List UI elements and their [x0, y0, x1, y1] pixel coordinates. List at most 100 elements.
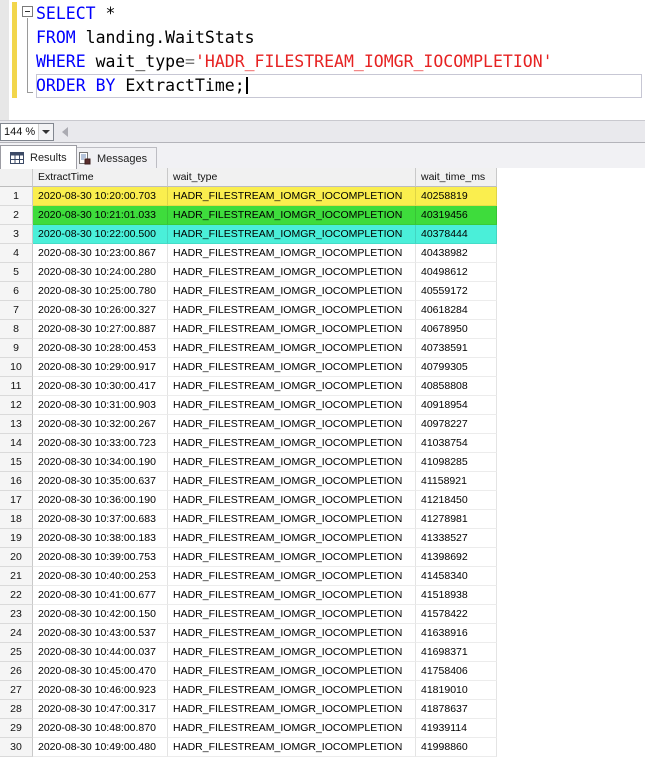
cell-wait-time-ms[interactable]: 40918954: [416, 396, 497, 415]
grid-corner-cell[interactable]: [0, 168, 33, 187]
cell-wait-time-ms[interactable]: 40738591: [416, 339, 497, 358]
row-number-cell[interactable]: 29: [0, 719, 33, 738]
editor-zoom-combobox[interactable]: 144 %: [0, 123, 54, 141]
cell-wait-type[interactable]: HADR_FILESTREAM_IOMGR_IOCOMPLETION: [168, 700, 416, 719]
cell-wait-time-ms[interactable]: 41038754: [416, 434, 497, 453]
cell-wait-time-ms[interactable]: 41939114: [416, 719, 497, 738]
cell-wait-time-ms[interactable]: 40378444: [416, 225, 497, 244]
cell-extract-time[interactable]: 2020-08-30 10:20:00.703: [33, 187, 168, 206]
cell-extract-time[interactable]: 2020-08-30 10:28:00.453: [33, 339, 168, 358]
cell-wait-time-ms[interactable]: 41218450: [416, 491, 497, 510]
code-line-3[interactable]: WHERE wait_type='HADR_FILESTREAM_IOMGR_I…: [36, 50, 642, 74]
cell-wait-type[interactable]: HADR_FILESTREAM_IOMGR_IOCOMPLETION: [168, 738, 416, 757]
cell-wait-time-ms[interactable]: 41518938: [416, 586, 497, 605]
row-number-cell[interactable]: 27: [0, 681, 33, 700]
row-number-cell[interactable]: 30: [0, 738, 33, 757]
cell-wait-time-ms[interactable]: 40799305: [416, 358, 497, 377]
cell-wait-time-ms[interactable]: 40498612: [416, 263, 497, 282]
cell-wait-type[interactable]: HADR_FILESTREAM_IOMGR_IOCOMPLETION: [168, 624, 416, 643]
row-number-cell[interactable]: 12: [0, 396, 33, 415]
cell-extract-time[interactable]: 2020-08-30 10:31:00.903: [33, 396, 168, 415]
cell-wait-time-ms[interactable]: 41158921: [416, 472, 497, 491]
cell-wait-time-ms[interactable]: 41338527: [416, 529, 497, 548]
row-number-cell[interactable]: 25: [0, 643, 33, 662]
cell-extract-time[interactable]: 2020-08-30 10:38:00.183: [33, 529, 168, 548]
cell-wait-type[interactable]: HADR_FILESTREAM_IOMGR_IOCOMPLETION: [168, 225, 416, 244]
cell-wait-time-ms[interactable]: 41878637: [416, 700, 497, 719]
cell-extract-time[interactable]: 2020-08-30 10:41:00.677: [33, 586, 168, 605]
cell-wait-time-ms[interactable]: 40978227: [416, 415, 497, 434]
row-number-cell[interactable]: 8: [0, 320, 33, 339]
cell-extract-time[interactable]: 2020-08-30 10:32:00.267: [33, 415, 168, 434]
cell-extract-time[interactable]: 2020-08-30 10:24:00.280: [33, 263, 168, 282]
cell-wait-type[interactable]: HADR_FILESTREAM_IOMGR_IOCOMPLETION: [168, 567, 416, 586]
cell-wait-type[interactable]: HADR_FILESTREAM_IOMGR_IOCOMPLETION: [168, 187, 416, 206]
code-line-2[interactable]: FROM landing.WaitStats: [36, 26, 642, 50]
cell-wait-time-ms[interactable]: 41398692: [416, 548, 497, 567]
cell-wait-type[interactable]: HADR_FILESTREAM_IOMGR_IOCOMPLETION: [168, 548, 416, 567]
cell-extract-time[interactable]: 2020-08-30 10:33:00.723: [33, 434, 168, 453]
row-number-cell[interactable]: 3: [0, 225, 33, 244]
cell-extract-time[interactable]: 2020-08-30 10:34:00.190: [33, 453, 168, 472]
row-number-cell[interactable]: 18: [0, 510, 33, 529]
cell-wait-type[interactable]: HADR_FILESTREAM_IOMGR_IOCOMPLETION: [168, 320, 416, 339]
cell-extract-time[interactable]: 2020-08-30 10:36:00.190: [33, 491, 168, 510]
cell-wait-type[interactable]: HADR_FILESTREAM_IOMGR_IOCOMPLETION: [168, 586, 416, 605]
cell-wait-type[interactable]: HADR_FILESTREAM_IOMGR_IOCOMPLETION: [168, 434, 416, 453]
cell-wait-type[interactable]: HADR_FILESTREAM_IOMGR_IOCOMPLETION: [168, 358, 416, 377]
cell-extract-time[interactable]: 2020-08-30 10:47:00.317: [33, 700, 168, 719]
cell-extract-time[interactable]: 2020-08-30 10:44:00.037: [33, 643, 168, 662]
cell-extract-time[interactable]: 2020-08-30 10:25:00.780: [33, 282, 168, 301]
cell-wait-time-ms[interactable]: 41098285: [416, 453, 497, 472]
cell-wait-type[interactable]: HADR_FILESTREAM_IOMGR_IOCOMPLETION: [168, 301, 416, 320]
cell-wait-time-ms[interactable]: 41578422: [416, 605, 497, 624]
cell-wait-time-ms[interactable]: 41998860: [416, 738, 497, 757]
code-line-4[interactable]: ORDER BY ExtractTime;: [36, 74, 642, 98]
row-number-cell[interactable]: 21: [0, 567, 33, 586]
cell-wait-type[interactable]: HADR_FILESTREAM_IOMGR_IOCOMPLETION: [168, 681, 416, 700]
code-line-1[interactable]: SELECT *: [36, 2, 642, 26]
cell-extract-time[interactable]: 2020-08-30 10:22:00.500: [33, 225, 168, 244]
row-number-cell[interactable]: 26: [0, 662, 33, 681]
cell-extract-time[interactable]: 2020-08-30 10:43:00.537: [33, 624, 168, 643]
cell-wait-type[interactable]: HADR_FILESTREAM_IOMGR_IOCOMPLETION: [168, 472, 416, 491]
cell-wait-type[interactable]: HADR_FILESTREAM_IOMGR_IOCOMPLETION: [168, 662, 416, 681]
cell-wait-type[interactable]: HADR_FILESTREAM_IOMGR_IOCOMPLETION: [168, 396, 416, 415]
cell-wait-type[interactable]: HADR_FILESTREAM_IOMGR_IOCOMPLETION: [168, 377, 416, 396]
row-number-cell[interactable]: 6: [0, 282, 33, 301]
cell-extract-time[interactable]: 2020-08-30 10:29:00.917: [33, 358, 168, 377]
row-number-cell[interactable]: 1: [0, 187, 33, 206]
cell-extract-time[interactable]: 2020-08-30 10:30:00.417: [33, 377, 168, 396]
cell-extract-time[interactable]: 2020-08-30 10:27:00.887: [33, 320, 168, 339]
sql-editor[interactable]: SELECT * FROM landing.WaitStats WHERE wait…: [0, 0, 645, 120]
cell-extract-time[interactable]: 2020-08-30 10:21:01.033: [33, 206, 168, 225]
row-number-cell[interactable]: 14: [0, 434, 33, 453]
cell-wait-time-ms[interactable]: 41638916: [416, 624, 497, 643]
zoom-dropdown-button[interactable]: [38, 124, 53, 140]
row-number-cell[interactable]: 20: [0, 548, 33, 567]
cell-wait-type[interactable]: HADR_FILESTREAM_IOMGR_IOCOMPLETION: [168, 719, 416, 738]
hscroll-left-arrow-icon[interactable]: [62, 127, 68, 137]
cell-wait-time-ms[interactable]: 40319456: [416, 206, 497, 225]
row-number-cell[interactable]: 17: [0, 491, 33, 510]
cell-wait-time-ms[interactable]: 40678950: [416, 320, 497, 339]
row-number-cell[interactable]: 4: [0, 244, 33, 263]
row-number-cell[interactable]: 9: [0, 339, 33, 358]
row-number-cell[interactable]: 10: [0, 358, 33, 377]
tab-messages[interactable]: Messages: [68, 147, 158, 169]
tab-results[interactable]: Results: [0, 145, 77, 169]
cell-extract-time[interactable]: 2020-08-30 10:45:00.470: [33, 662, 168, 681]
cell-wait-time-ms[interactable]: 41458340: [416, 567, 497, 586]
column-header-wait-type[interactable]: wait_type: [168, 168, 416, 187]
row-number-cell[interactable]: 2: [0, 206, 33, 225]
cell-wait-type[interactable]: HADR_FILESTREAM_IOMGR_IOCOMPLETION: [168, 282, 416, 301]
cell-extract-time[interactable]: 2020-08-30 10:40:00.253: [33, 567, 168, 586]
cell-wait-type[interactable]: HADR_FILESTREAM_IOMGR_IOCOMPLETION: [168, 643, 416, 662]
row-number-cell[interactable]: 7: [0, 301, 33, 320]
cell-extract-time[interactable]: 2020-08-30 10:35:00.637: [33, 472, 168, 491]
cell-wait-type[interactable]: HADR_FILESTREAM_IOMGR_IOCOMPLETION: [168, 453, 416, 472]
cell-extract-time[interactable]: 2020-08-30 10:46:00.923: [33, 681, 168, 700]
cell-wait-time-ms[interactable]: 41278981: [416, 510, 497, 529]
row-number-cell[interactable]: 24: [0, 624, 33, 643]
cell-extract-time[interactable]: 2020-08-30 10:48:00.870: [33, 719, 168, 738]
